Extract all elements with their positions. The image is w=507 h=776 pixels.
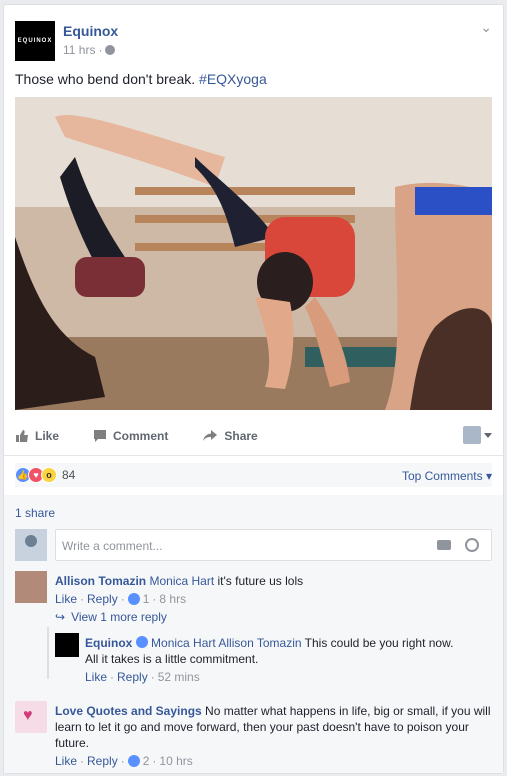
globe-icon — [105, 45, 116, 55]
wow-reaction-icon[interactable]: o — [41, 467, 57, 483]
comment-author[interactable]: Allison Tomazin — [55, 574, 146, 588]
comment-input[interactable]: Write a comment... — [55, 529, 492, 561]
avatar[interactable] — [55, 633, 79, 657]
thumbs-up-icon — [16, 430, 28, 442]
hashtag-link[interactable]: #EQXyoga — [199, 71, 267, 87]
reaction-count[interactable]: 84 — [62, 468, 75, 482]
comment-author[interactable]: Love Quotes and Sayings — [55, 704, 202, 718]
reaction-selector[interactable] — [463, 426, 492, 444]
reply-timestamp[interactable]: 52 mins — [158, 669, 200, 685]
reply-thread-line — [47, 627, 49, 679]
comment-reply-link[interactable]: Reply — [87, 591, 118, 607]
comment-like-link[interactable]: Like — [55, 591, 77, 607]
comment-button[interactable]: Comment — [93, 429, 168, 443]
page-name-link[interactable]: Equinox — [63, 23, 118, 39]
comment-like-count[interactable]: 1 — [143, 591, 150, 607]
post-card: EQUINOX Equinox 11 hrs · ⌄ Those who ben… — [3, 4, 504, 774]
post-actions: Like Comment Share — [15, 423, 492, 449]
camera-icon[interactable] — [437, 540, 451, 550]
comment-like-count[interactable]: 2 — [143, 753, 150, 769]
like-button[interactable]: Like — [15, 429, 59, 443]
avatar[interactable] — [15, 701, 47, 733]
emoji-icon[interactable] — [465, 538, 479, 552]
post-meta: 11 hrs · — [63, 43, 116, 57]
reply-mention[interactable]: Monica Hart Allison Tomazin — [151, 636, 302, 650]
reply-item: Equinox Monica Hart Allison Tomazin This… — [55, 633, 492, 684]
share-count-link[interactable]: 1 share — [15, 506, 55, 520]
comment-like-link[interactable]: Like — [55, 753, 77, 769]
reply-arrow-icon: ↪ — [55, 610, 66, 624]
verified-badge-icon — [135, 636, 148, 648]
reply-like-link[interactable]: Like — [85, 669, 107, 685]
top-comments-dropdown[interactable]: Top Comments ▾ — [402, 469, 492, 483]
avatar[interactable] — [15, 571, 47, 603]
reactions-summary: 👍 ♥ o 84 Top Comments ▾ — [15, 463, 492, 487]
reply-reply-link[interactable]: Reply — [117, 669, 148, 685]
logo-text: EQUINOX — [17, 38, 53, 44]
comment-text: it's future us lols — [214, 574, 304, 588]
comment-icon — [94, 430, 107, 442]
comment-mention[interactable]: Monica Hart — [149, 574, 214, 588]
divider — [4, 455, 503, 456]
post-photo[interactable] — [15, 97, 492, 410]
chevron-down-icon[interactable]: ⌄ — [480, 19, 492, 36]
like-reaction-icon — [127, 593, 140, 605]
page-logo[interactable]: EQUINOX — [15, 21, 55, 61]
comment-timestamp[interactable]: 10 hrs — [159, 753, 192, 769]
comment-item: Allison Tomazin Monica Hart it's future … — [15, 571, 492, 607]
caret-down-icon — [484, 432, 492, 438]
post-text: Those who bend don't break. #EQXyoga — [15, 71, 267, 87]
reply-text: This could be you right now. — [301, 636, 454, 650]
comment-reply-link[interactable]: Reply — [87, 753, 118, 769]
share-button[interactable]: Share — [202, 429, 258, 443]
share-arrow-icon — [203, 430, 218, 441]
reply-text-line-2: All it takes is a little commitment. — [85, 652, 259, 666]
post-header: EQUINOX Equinox 11 hrs · ⌄ — [15, 13, 492, 63]
comment-timestamp[interactable]: 8 hrs — [159, 591, 186, 607]
comments-area: 1 share Write a comment... Allison Tomaz… — [4, 495, 503, 773]
post-timestamp[interactable]: 11 hrs — [63, 43, 95, 57]
reply-author[interactable]: Equinox — [85, 636, 132, 650]
avatar — [15, 529, 47, 561]
like-reaction-icon — [127, 755, 140, 767]
comment-placeholder: Write a comment... — [62, 539, 163, 553]
view-more-replies-link[interactable]: ↪ View 1 more reply — [55, 610, 167, 624]
comment-composer: Write a comment... — [15, 529, 492, 563]
avatar — [463, 426, 481, 444]
comment-item: Love Quotes and Sayings No matter what h… — [15, 701, 492, 771]
